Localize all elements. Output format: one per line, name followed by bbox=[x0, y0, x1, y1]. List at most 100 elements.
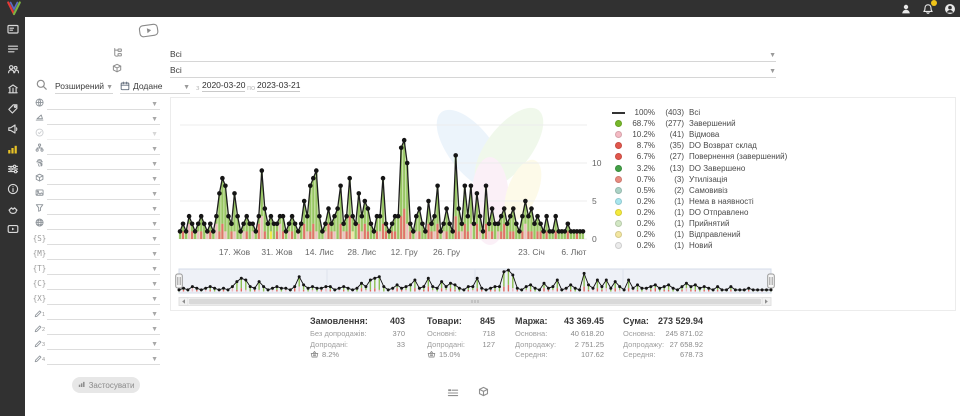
status-filter-select[interactable]: Всі ▼ bbox=[170, 45, 776, 62]
navigator-handle[interactable] bbox=[768, 274, 775, 288]
sidebar-item-video-tutorials[interactable] bbox=[0, 221, 25, 241]
filter-custom-field-2-select[interactable]: ▼ bbox=[47, 322, 160, 335]
profile-icon[interactable] bbox=[943, 2, 956, 15]
legend-item[interactable]: 0.7%(3)Утилізація bbox=[608, 174, 787, 185]
legend-item[interactable]: 0.2%(1)Прийнятий bbox=[608, 218, 787, 229]
sidebar-item-dashboard[interactable] bbox=[0, 21, 25, 41]
apply-button[interactable]: Застосувати bbox=[72, 377, 140, 393]
filter-product-select[interactable]: ▼ bbox=[47, 172, 160, 185]
legend-label: Новий bbox=[684, 241, 712, 250]
stat-title: Замовлення:403 bbox=[310, 316, 405, 326]
dashboard-icon bbox=[7, 22, 19, 40]
stat-row: Без допродажів:370 bbox=[310, 329, 405, 340]
search-icon[interactable] bbox=[36, 78, 48, 96]
megaphone-icon bbox=[7, 122, 19, 140]
filter-param-c-select[interactable]: ▼ bbox=[47, 277, 160, 290]
legend-count: (1) bbox=[655, 208, 684, 217]
date-to-input[interactable]: 2023-03-21 bbox=[257, 80, 300, 92]
stat-column: Сума:273 529.94Основна:245 871.02Допрода… bbox=[623, 316, 703, 361]
filter-image-select[interactable]: ▼ bbox=[47, 187, 160, 200]
orders-timeline-chart[interactable]: 051017. Жов31. Жов14. Лис28. Лис12. Гру2… bbox=[171, 98, 955, 262]
apply-chart-icon bbox=[78, 380, 86, 390]
app-root: Всі ▼ Всі ▼ Розширений ▼ Додане ▼ з 2020… bbox=[0, 0, 960, 416]
basket-icon bbox=[310, 350, 319, 361]
legend-count: (1) bbox=[655, 230, 684, 239]
filter-param-m-icon: {M} bbox=[33, 249, 47, 258]
filter-custom-field-1-select[interactable]: ▼ bbox=[47, 307, 160, 320]
filter-funnel-select[interactable]: ▼ bbox=[47, 202, 160, 215]
legend-dot-marker bbox=[615, 120, 622, 127]
filter-identity-select[interactable]: ▼ bbox=[47, 157, 160, 170]
stat-row: Середня:107.62 bbox=[515, 350, 604, 361]
product-view-icon[interactable] bbox=[478, 385, 490, 403]
product-filter-select[interactable]: Всі ▼ bbox=[170, 61, 776, 78]
sidebar-item-clients[interactable] bbox=[0, 61, 25, 81]
navigator-handle[interactable] bbox=[176, 274, 183, 288]
stat-row: Основна:40 618.20 bbox=[515, 329, 604, 340]
app-logo[interactable] bbox=[6, 1, 22, 16]
filter-website-select[interactable]: ▼ bbox=[47, 217, 160, 230]
legend-item[interactable]: 0.2%(1)DO Отправлено bbox=[608, 207, 787, 218]
sidebar-item-company[interactable] bbox=[0, 81, 25, 101]
legend-count: (2) bbox=[655, 186, 684, 195]
legend-item[interactable]: 0.2%(1)Відправлений bbox=[608, 229, 787, 240]
filter-row-custom-field-2: 2▼ bbox=[32, 321, 160, 335]
svg-text:10: 10 bbox=[592, 158, 602, 168]
stat-row: Допродані:33 bbox=[310, 340, 405, 351]
filter-globe-icon bbox=[35, 98, 45, 108]
legend-item[interactable]: 3.2%(13)DO Завершено bbox=[608, 162, 787, 173]
filter-custom-field-3-select[interactable]: ▼ bbox=[47, 337, 160, 350]
filter-param-m-select[interactable]: ▼ bbox=[47, 247, 160, 260]
svg-text:5: 5 bbox=[592, 196, 597, 206]
filter-image-icon bbox=[35, 188, 45, 198]
legend-count: (27) bbox=[655, 152, 684, 161]
legend-item[interactable]: 8.7%(35)DO Возврат склад bbox=[608, 140, 787, 151]
user-icon[interactable] bbox=[899, 2, 912, 15]
filter-category-select[interactable]: ▼ bbox=[47, 142, 160, 155]
video-icon bbox=[7, 222, 19, 240]
legend-item[interactable]: 100%(403)Всі bbox=[608, 107, 787, 118]
legend-item[interactable]: 0.5%(2)Самовивіз bbox=[608, 185, 787, 196]
legend-count: (1) bbox=[655, 241, 684, 250]
legend-count: (277) bbox=[655, 119, 684, 128]
list-view-icon[interactable] bbox=[447, 386, 459, 404]
filter-custom-field-4-select[interactable]: ▼ bbox=[47, 352, 160, 365]
filter-row-category: ▼ bbox=[32, 141, 160, 155]
legend-item[interactable]: 10.2%(41)Відмова bbox=[608, 129, 787, 140]
sidebar-item-settings[interactable] bbox=[0, 161, 25, 181]
chart-legend: 100%(403)Всі68.7%(277)Завершений10.2%(41… bbox=[608, 107, 787, 251]
stat-column: Маржа:43 369.45Основна:40 618.20Допродаж… bbox=[515, 316, 604, 361]
notifications-icon[interactable] bbox=[921, 2, 934, 15]
search-mode-select[interactable]: Розширений ▼ bbox=[55, 78, 113, 94]
sidebar-item-orders[interactable] bbox=[0, 41, 25, 61]
legend-item[interactable]: 0.2%(1)Нема в наявності bbox=[608, 196, 787, 207]
filter-row-param-x: {X}▼ bbox=[32, 291, 160, 305]
sidebar-item-price-tags[interactable] bbox=[0, 101, 25, 121]
sidebar-item-marketing[interactable] bbox=[0, 121, 25, 141]
legend-dot-marker bbox=[615, 131, 622, 138]
sidebar-item-partners[interactable] bbox=[0, 201, 25, 221]
chevron-down-icon: ▼ bbox=[151, 205, 160, 214]
topbar-actions bbox=[899, 0, 956, 17]
video-hint-icon[interactable] bbox=[138, 23, 160, 44]
sidebar-item-info[interactable] bbox=[0, 181, 25, 201]
svg-text:12. Гру: 12. Гру bbox=[391, 247, 419, 257]
legend-count: (3) bbox=[655, 175, 684, 184]
legend-item[interactable]: 0.2%(1)Новий bbox=[608, 240, 787, 251]
filter-param-t-select[interactable]: ▼ bbox=[47, 262, 160, 275]
legend-percent: 3.2% bbox=[628, 164, 655, 173]
filter-row-product: ▼ bbox=[32, 171, 160, 185]
date-field-select[interactable]: Додане ▼ bbox=[120, 78, 190, 94]
sidebar-item-analytics[interactable] bbox=[0, 141, 25, 161]
legend-item[interactable]: 6.7%(27)Повернення (завершений) bbox=[608, 151, 787, 162]
filter-row-identity: ▼ bbox=[32, 156, 160, 170]
filter-param-x-select[interactable]: ▼ bbox=[47, 292, 160, 305]
legend-item[interactable]: 68.7%(277)Завершений bbox=[608, 118, 787, 129]
filter-geo-select[interactable]: ▼ bbox=[47, 97, 160, 110]
filter-status-select[interactable]: ▼ bbox=[47, 127, 160, 140]
filter-source-select[interactable]: ▼ bbox=[47, 112, 160, 125]
chart-navigator[interactable] bbox=[171, 264, 955, 310]
date-from-input[interactable]: 2020-03-20 bbox=[202, 80, 245, 92]
legend-label: DO Отправлено bbox=[684, 208, 748, 217]
filter-param-s-select[interactable]: ▼ bbox=[47, 232, 160, 245]
